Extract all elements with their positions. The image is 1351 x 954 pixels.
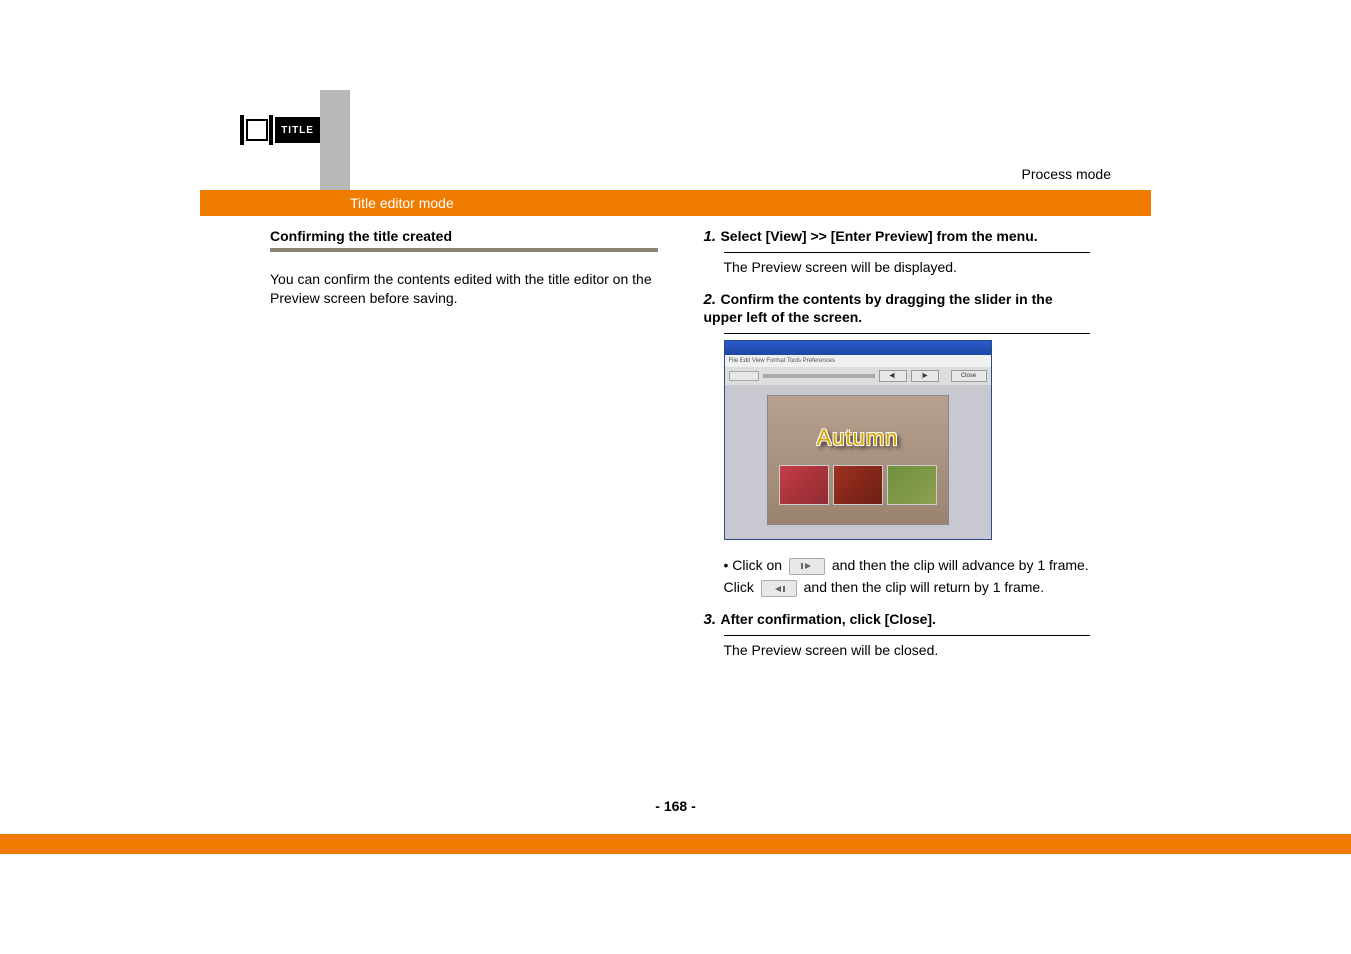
- title-icon: TITLE: [240, 110, 320, 150]
- heading-rule: [270, 248, 658, 252]
- frame-back-icon: [761, 580, 797, 597]
- screenshot-thumbnails: [779, 465, 937, 505]
- left-column: Confirming the title created You can con…: [270, 228, 658, 674]
- screenshot-thumb-1: [779, 465, 829, 505]
- step-1-number: 1.: [704, 228, 717, 245]
- screenshot-slider: [763, 374, 875, 378]
- film-strip-icon: [240, 115, 273, 145]
- screenshot-close-button: Close: [951, 370, 987, 382]
- step-2-rule: [724, 333, 1090, 334]
- section-paragraph: You can confirm the contents edited with…: [270, 270, 658, 308]
- screenshot-frame-back: ◀|: [879, 370, 907, 382]
- bullet-text-3: and then the clip will return by 1 frame…: [804, 579, 1044, 595]
- screenshot-preview-area: Autumn: [767, 395, 949, 525]
- bullet-note: • Click on and then the clip will advanc…: [724, 554, 1092, 599]
- step-2-text: Confirm the contents by dragging the sli…: [704, 291, 1053, 325]
- step-3-text: After confirmation, click [Close].: [720, 611, 935, 627]
- screenshot-canvas: Autumn: [725, 385, 991, 539]
- mode-label: Title editor mode: [200, 190, 1151, 216]
- page-number: - 168 -: [0, 798, 1351, 814]
- screenshot-thumb-2: [833, 465, 883, 505]
- screenshot-menubar: File Edit View Format Tools Preferences: [725, 355, 991, 367]
- step-3-subtext: The Preview screen will be closed.: [724, 642, 1092, 658]
- mode-header-bar: Title editor mode: [200, 190, 1151, 216]
- screenshot-titlebar: [725, 341, 991, 355]
- right-column: 1. Select [View] >> [Enter Preview] from…: [704, 228, 1092, 674]
- step-2-number: 2.: [704, 291, 717, 308]
- step-1-subtext: The Preview screen will be displayed.: [724, 259, 1092, 275]
- screenshot-frame-fwd: |▶: [911, 370, 939, 382]
- content-area: Confirming the title created You can con…: [270, 228, 1091, 674]
- frame-forward-icon: [789, 558, 825, 575]
- step-1-rule: [724, 252, 1090, 253]
- title-icon-label: TITLE: [275, 117, 320, 143]
- bullet-text-1: • Click on: [724, 557, 786, 573]
- process-mode-label: Process mode: [1022, 166, 1111, 182]
- step-2: 2. Confirm the contents by dragging the …: [704, 291, 1092, 327]
- decorative-gray-block: [320, 90, 350, 195]
- step-3-rule: [724, 635, 1090, 636]
- preview-screenshot: File Edit View Format Tools Preferences …: [724, 340, 992, 540]
- step-3: 3. After confirmation, click [Close].: [704, 611, 1092, 629]
- screenshot-controls: ◀| |▶ Close: [725, 367, 991, 385]
- footer-bar: [0, 834, 1351, 854]
- screenshot-thumb-3: [887, 465, 937, 505]
- screenshot-autumn-text: Autumn: [817, 425, 899, 451]
- step-1: 1. Select [View] >> [Enter Preview] from…: [704, 228, 1092, 246]
- section-heading: Confirming the title created: [270, 228, 658, 244]
- screenshot-play-button: [729, 371, 759, 381]
- step-1-text: Select [View] >> [Enter Preview] from th…: [720, 228, 1037, 244]
- step-3-number: 3.: [704, 611, 717, 628]
